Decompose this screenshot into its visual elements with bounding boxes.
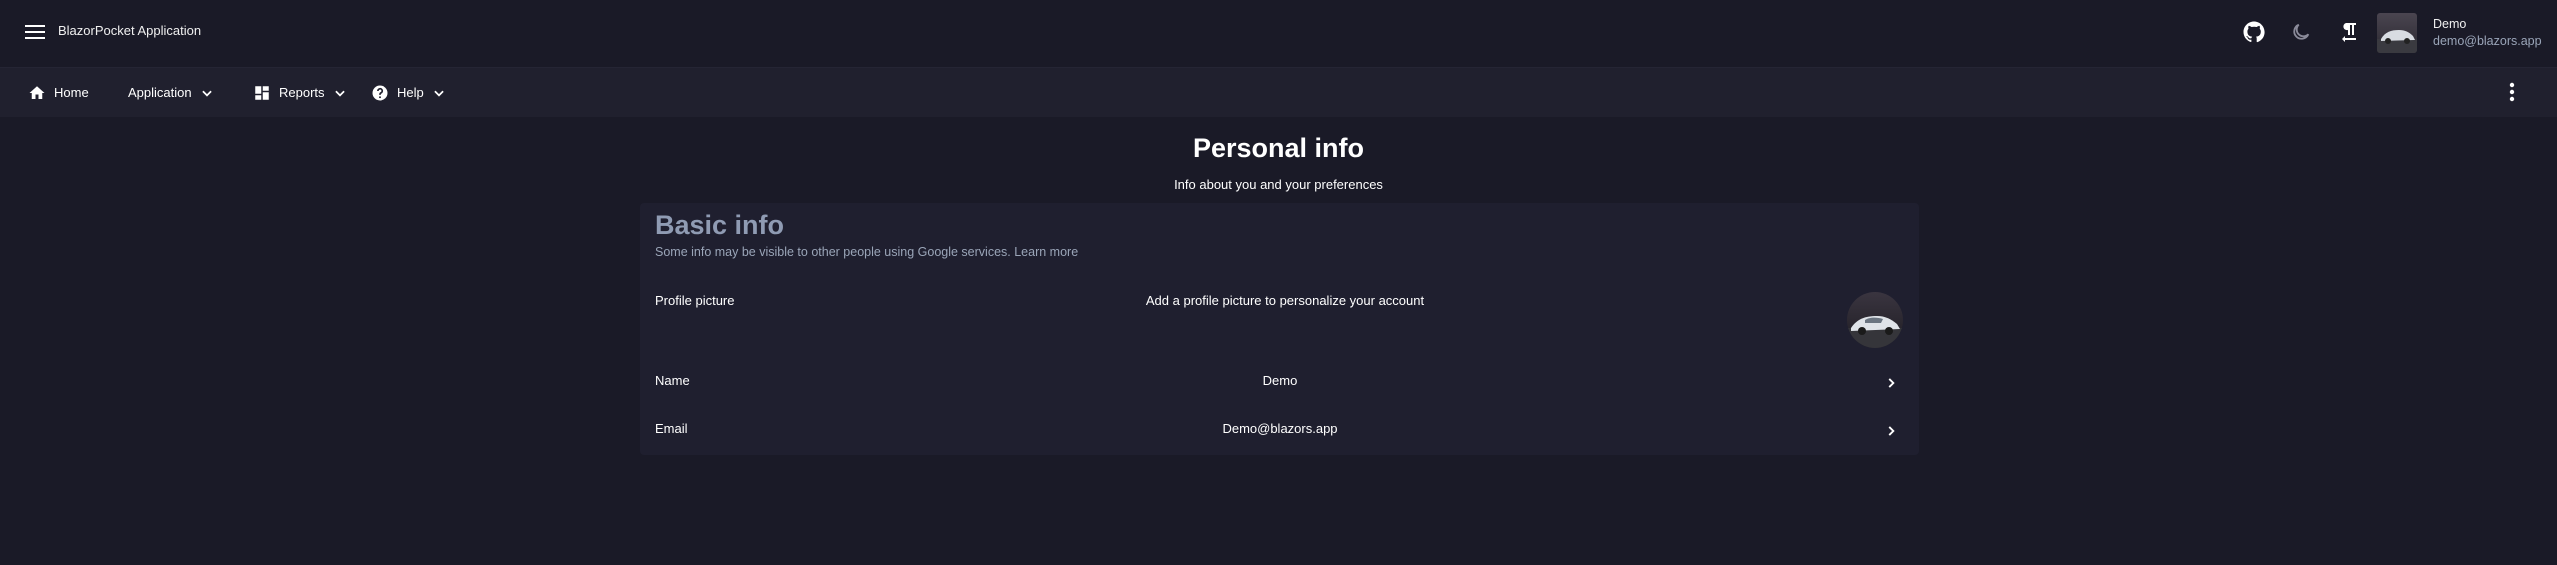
profile-picture[interactable]: [1847, 292, 1903, 348]
page-title: Personal info: [1192, 133, 1365, 163]
chevron-down-icon: [434, 90, 444, 97]
profile-picture-value: Add a profile picture to personalize you…: [1145, 293, 1425, 308]
chevron-down-icon: [201, 90, 212, 97]
app-title: BlazorPocket Application: [58, 23, 202, 38]
nav-bar: Home Application Reports Help: [0, 67, 2557, 117]
chevron-right-icon[interactable]: [1880, 372, 1902, 394]
learn-more-link[interactable]: Learn more: [1014, 245, 1078, 259]
more-vert-icon[interactable]: [2500, 80, 2524, 104]
user-name: Demo: [2433, 17, 2467, 31]
dark-mode-icon[interactable]: [2287, 18, 2315, 46]
home-icon: [29, 85, 45, 99]
chevron-down-icon: [334, 90, 345, 97]
github-icon[interactable]: [2240, 18, 2268, 46]
basic-info-card: Basic info Some info may be visible to o…: [640, 203, 1919, 455]
nav-label-help: Help: [397, 85, 424, 100]
nav-item-application[interactable]: Application: [128, 68, 214, 117]
nav-label-reports: Reports: [279, 85, 325, 100]
section-title: Basic info: [655, 210, 785, 240]
profile-picture-label: Profile picture: [655, 293, 735, 308]
rtl-icon[interactable]: [2335, 18, 2363, 46]
section-subtitle: Some info may be visible to other people…: [655, 245, 1078, 259]
user-email: demo@blazors.app: [2433, 34, 2542, 48]
nav-item-help[interactable]: Help: [371, 68, 446, 117]
avatar[interactable]: [2377, 13, 2417, 53]
help-icon: [372, 85, 388, 100]
email-value: Demo@blazors.app: [1222, 421, 1338, 436]
menu-icon[interactable]: [20, 18, 50, 46]
nav-label-home: Home: [54, 85, 89, 100]
nav-label-application: Application: [128, 85, 192, 100]
email-label: Email: [655, 421, 688, 436]
nav-item-reports[interactable]: Reports: [253, 68, 347, 117]
name-value: Demo: [1262, 373, 1298, 388]
app-bar: BlazorPocket Application Demo demo@blazo…: [0, 0, 2557, 64]
page-subtitle: Info about you and your preferences: [1174, 177, 1383, 192]
nav-item-home[interactable]: Home: [28, 68, 89, 117]
name-label: Name: [655, 373, 690, 388]
chevron-right-icon[interactable]: [1880, 420, 1902, 442]
section-subtitle-text: Some info may be visible to other people…: [655, 245, 1011, 259]
dashboard-icon: [255, 85, 269, 100]
